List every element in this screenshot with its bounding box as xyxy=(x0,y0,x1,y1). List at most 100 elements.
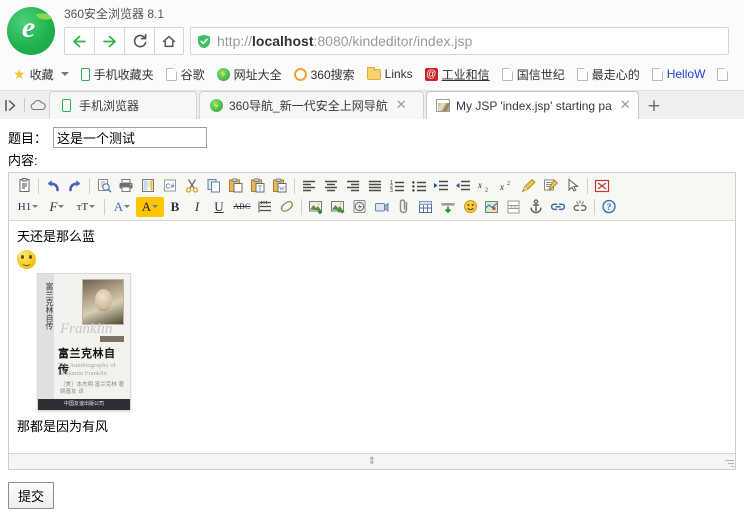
bold-button[interactable]: B xyxy=(164,197,186,217)
home-icon xyxy=(161,34,177,49)
table-button[interactable] xyxy=(415,197,437,217)
multi-image-button[interactable] xyxy=(327,197,349,217)
page-icon xyxy=(577,68,588,81)
tab-my-jsp-index[interactable]: My JSP 'index.jsp' starting pa ✕ xyxy=(426,91,639,119)
redo-button[interactable] xyxy=(64,176,86,196)
underline-button[interactable]: U xyxy=(208,197,230,217)
svg-text:?: ? xyxy=(607,202,612,212)
align-justify-button[interactable] xyxy=(364,176,386,196)
superscript-button[interactable]: x2 xyxy=(496,176,518,196)
link-button[interactable] xyxy=(547,197,569,217)
horizontal-rule-button[interactable] xyxy=(437,197,459,217)
tab-list-icon[interactable] xyxy=(0,91,22,119)
svg-text:2: 2 xyxy=(485,187,488,193)
paragraph-format-button[interactable]: H1 xyxy=(13,197,43,217)
navigation-row: http://localhost:8080/kindeditor/index.j… xyxy=(64,26,729,56)
forward-button[interactable] xyxy=(94,27,124,55)
cloud-icon[interactable] xyxy=(27,91,49,119)
quick-format-button[interactable] xyxy=(540,176,562,196)
outdent-button[interactable] xyxy=(452,176,474,196)
bookmark-zuizouxinde[interactable]: 最走心的 xyxy=(572,64,645,85)
title-input[interactable] xyxy=(53,127,207,148)
tab-mobile-browser[interactable]: 手机浏览器 xyxy=(49,91,197,119)
line-height-button[interactable] xyxy=(254,197,276,217)
source-button[interactable] xyxy=(13,176,35,196)
print-button[interactable] xyxy=(115,176,137,196)
bookmark-gongyehexin[interactable]: @ 工业和信 xyxy=(420,64,495,85)
url-scheme: http:// xyxy=(217,33,252,49)
unlink-button[interactable] xyxy=(569,197,591,217)
ordered-list-button[interactable]: 123 xyxy=(386,176,408,196)
indent-button[interactable] xyxy=(430,176,452,196)
emoticons-button[interactable] xyxy=(459,197,481,217)
page-break-button[interactable] xyxy=(503,197,525,217)
fullscreen-button[interactable] xyxy=(591,176,613,196)
bookmark-hellow[interactable]: HelloW xyxy=(647,65,711,83)
image-button[interactable] xyxy=(305,197,327,217)
strikethrough-button[interactable]: ABC xyxy=(230,197,254,217)
font-name-button[interactable]: F xyxy=(43,197,71,217)
flash-button[interactable] xyxy=(349,197,371,217)
align-center-button[interactable] xyxy=(320,176,342,196)
cut-button[interactable] xyxy=(181,176,203,196)
map-button[interactable] xyxy=(481,197,503,217)
submit-button[interactable]: 提交 xyxy=(8,482,54,509)
unordered-list-button[interactable] xyxy=(408,176,430,196)
editor-vertical-resize-handle[interactable]: ⇕ xyxy=(365,456,379,468)
page-icon xyxy=(502,68,513,81)
underline-u-label: U xyxy=(214,199,223,215)
font-size-button[interactable]: ᴛT xyxy=(71,197,101,217)
media-button[interactable] xyxy=(371,197,393,217)
tab-360-nav[interactable]: 360导航_新一代安全上网导航 ✕ xyxy=(199,91,424,119)
template-button[interactable] xyxy=(137,176,159,196)
italic-button[interactable]: I xyxy=(186,197,208,217)
back-button[interactable] xyxy=(64,27,94,55)
text-f-label: F xyxy=(50,199,58,215)
word-paste-button[interactable]: W xyxy=(269,176,291,196)
editor-content-area[interactable]: 天还是那么蓝 富兰克林自传 Franklin 富兰克林自传 The Autobi… xyxy=(9,221,735,453)
clear-html-button[interactable] xyxy=(518,176,540,196)
select-all-button[interactable] xyxy=(562,176,584,196)
text-tt-label: ᴛT xyxy=(77,201,89,213)
phone-icon xyxy=(81,68,90,81)
title-label: 题目： xyxy=(8,128,47,147)
bookmark-label: 工业和信 xyxy=(442,66,490,83)
attach-file-button[interactable] xyxy=(393,197,415,217)
book-cover-image: 富兰克林自传 Franklin 富兰克林自传 The Autobiography… xyxy=(37,273,131,411)
bookmark-google[interactable]: 谷歌 xyxy=(161,64,210,85)
page-icon xyxy=(652,68,663,81)
highlight-color-button[interactable]: A xyxy=(136,197,164,217)
svg-text:2: 2 xyxy=(507,181,510,187)
plain-paste-button[interactable]: T xyxy=(247,176,269,196)
anchor-button[interactable] xyxy=(525,197,547,217)
bookmark-nav-daquan[interactable]: 网址大全 xyxy=(212,64,287,85)
about-button[interactable]: ? xyxy=(598,197,620,217)
undo-button[interactable] xyxy=(42,176,64,196)
bookmark-links[interactable]: Links xyxy=(362,65,418,83)
home-button[interactable] xyxy=(154,27,184,55)
new-tab-button[interactable]: + xyxy=(641,93,667,119)
code-button[interactable]: C# xyxy=(159,176,181,196)
remove-format-button[interactable] xyxy=(276,197,298,217)
fore-color-button[interactable]: A xyxy=(108,197,136,217)
tab-close-icon[interactable]: ✕ xyxy=(396,99,407,112)
logo-letter: e xyxy=(4,4,52,52)
align-left-button[interactable] xyxy=(298,176,320,196)
bookmark-overflow[interactable] xyxy=(712,66,733,83)
preview-button[interactable] xyxy=(93,176,115,196)
tab-close-icon[interactable]: ✕ xyxy=(620,99,631,112)
bookmark-mobile-favorites[interactable]: 手机收藏夹 xyxy=(76,64,159,85)
chevron-down-icon xyxy=(61,72,69,76)
copy-button[interactable] xyxy=(203,176,225,196)
editor-corner-resize-handle[interactable] xyxy=(724,458,734,468)
address-text: http://localhost:8080/kindeditor/index.j… xyxy=(217,33,472,49)
reload-button[interactable] xyxy=(124,27,154,55)
bookmark-guoxinshiji[interactable]: 国信世纪 xyxy=(497,64,570,85)
forecolor-a-label: A xyxy=(114,199,123,215)
align-right-button[interactable] xyxy=(342,176,364,196)
paste-button[interactable] xyxy=(225,176,247,196)
bookmark-favorites[interactable]: ★ 收藏 xyxy=(8,64,74,85)
subscript-button[interactable]: x2 xyxy=(474,176,496,196)
address-bar[interactable]: http://localhost:8080/kindeditor/index.j… xyxy=(190,27,729,55)
bookmark-360-search[interactable]: 360搜索 xyxy=(289,64,360,85)
